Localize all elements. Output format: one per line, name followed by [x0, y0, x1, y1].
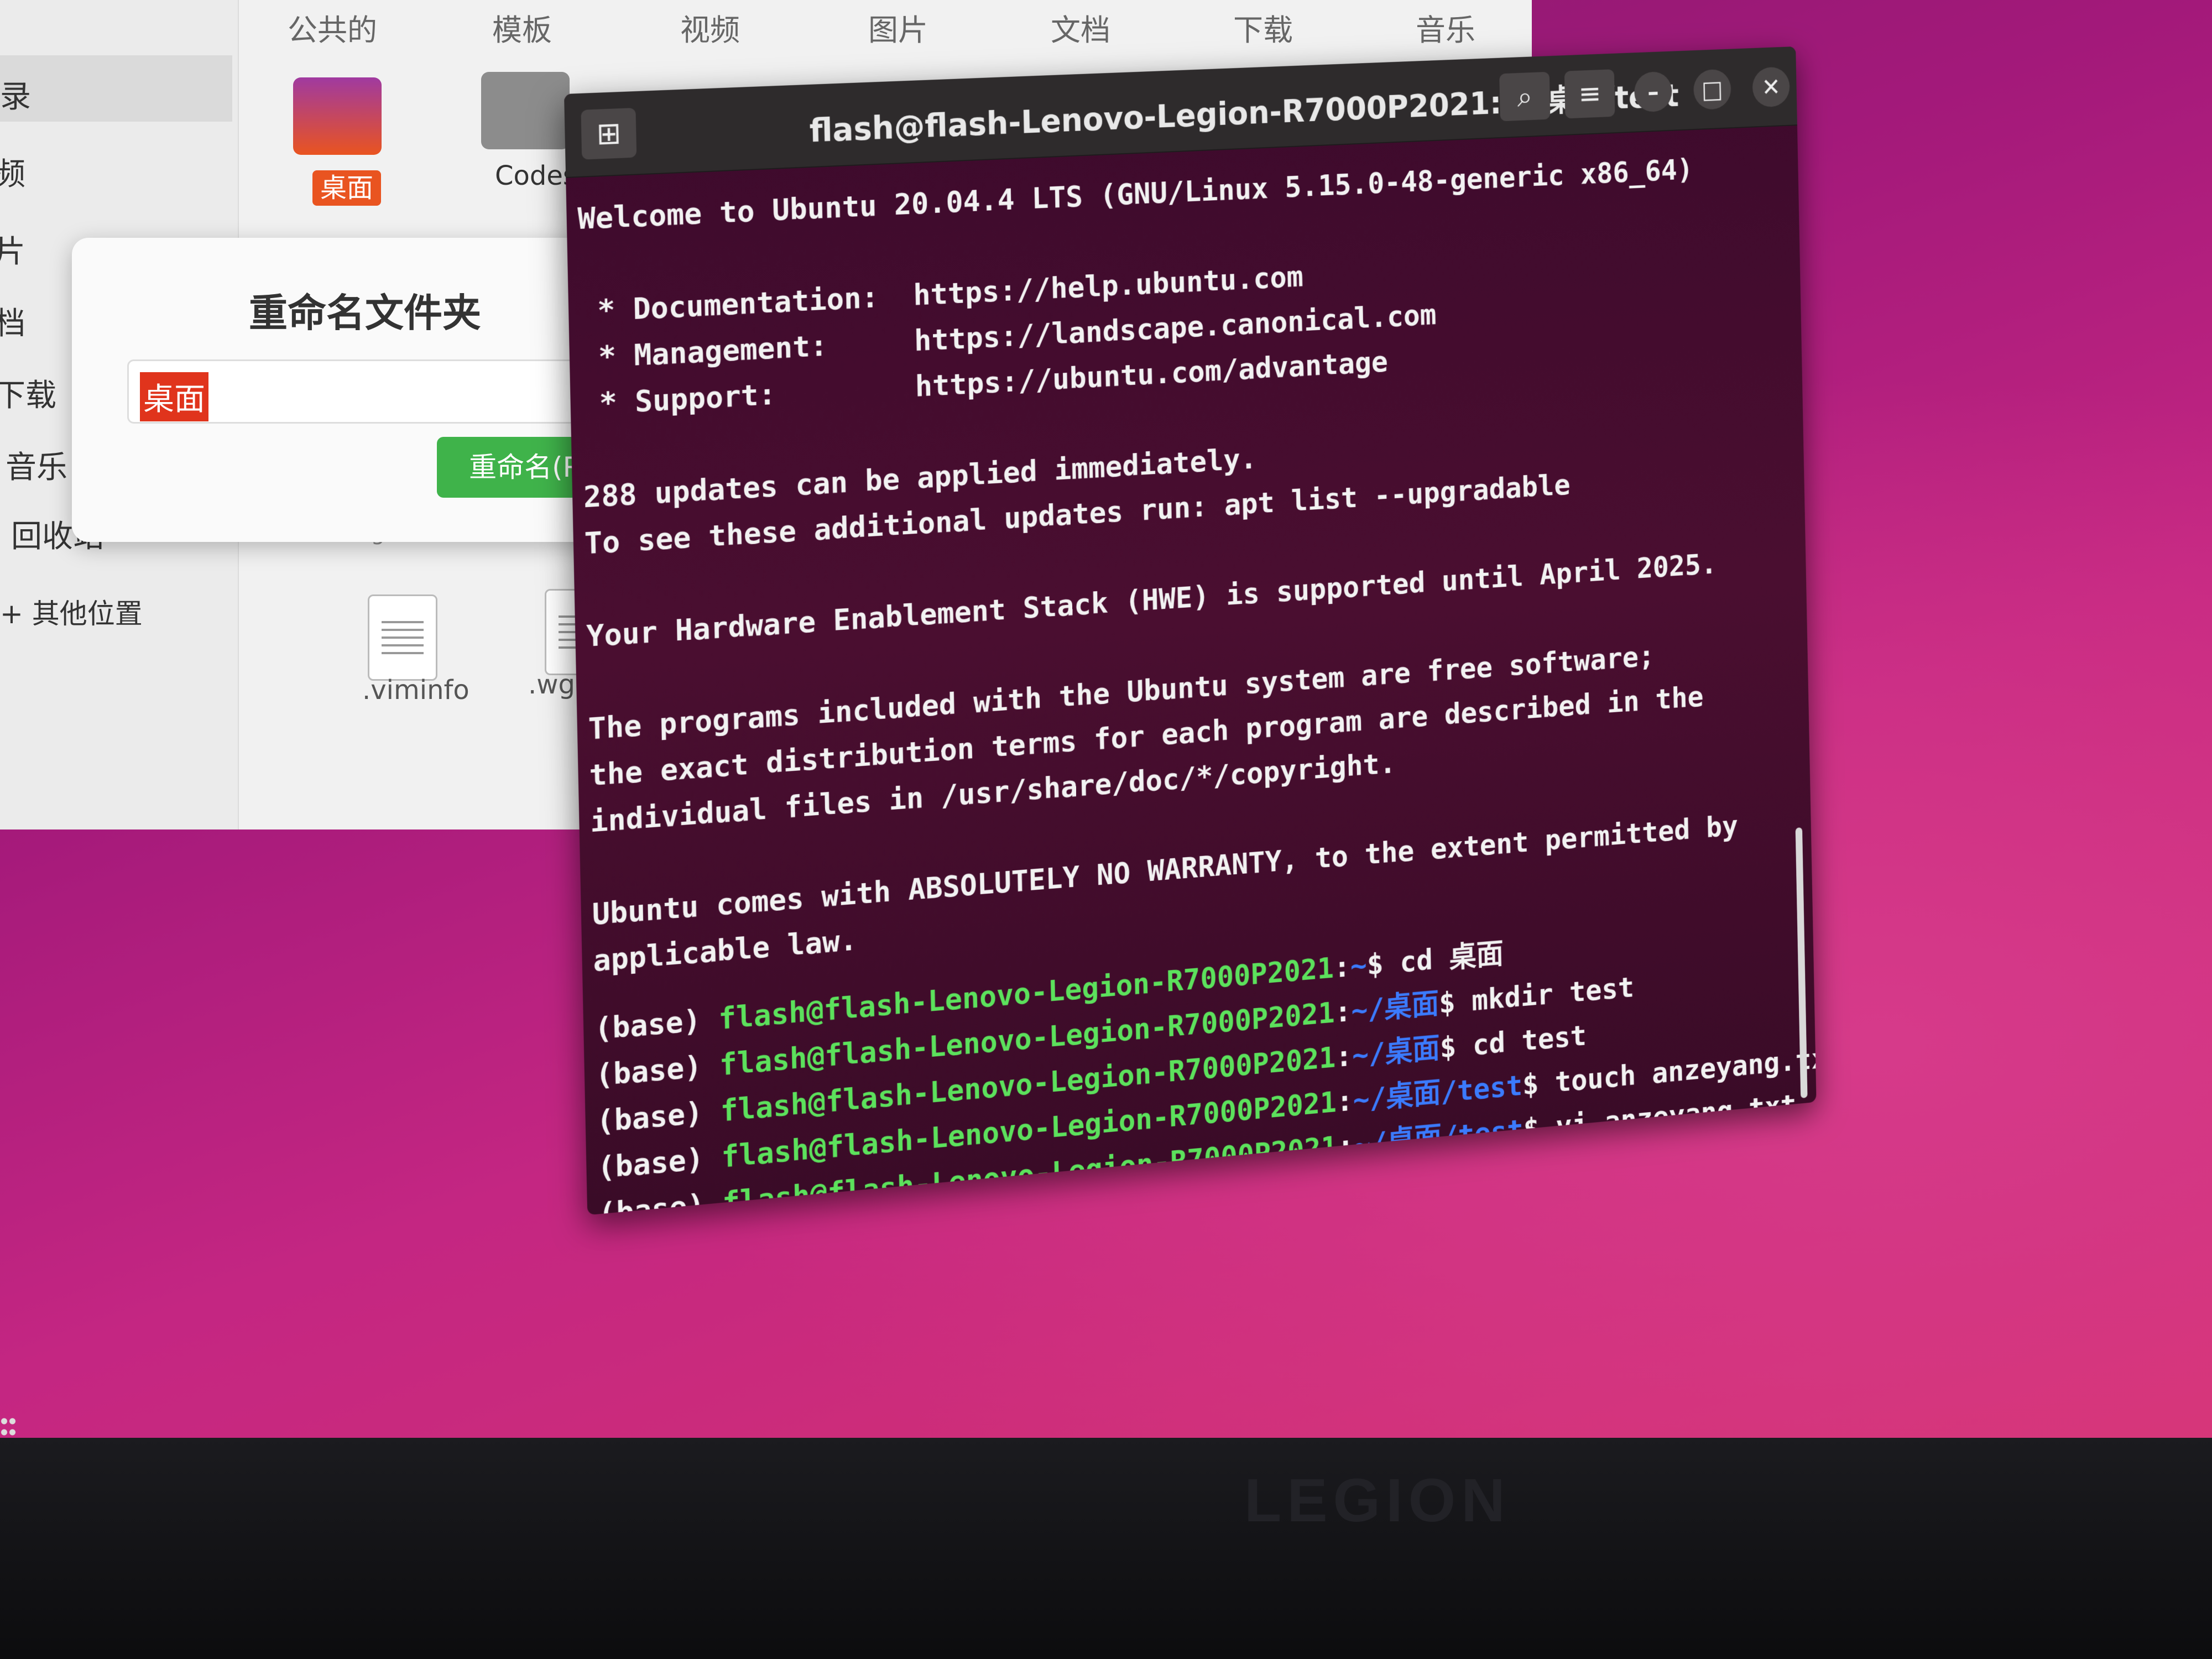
- rename-input-value: 桌面: [140, 372, 208, 421]
- conda-env-label: (base): [596, 1093, 721, 1139]
- close-icon[interactable]: ✕: [1752, 66, 1790, 108]
- sidebar-item-pictures[interactable]: 片: [0, 227, 25, 272]
- codes-folder-label: Codes: [495, 160, 577, 191]
- viminfo-file-icon[interactable]: [368, 594, 437, 681]
- laptop-bezel: [0, 1438, 2212, 1659]
- conda-env-label: (base): [597, 1139, 722, 1186]
- folder-downloads[interactable]: 下载: [1233, 6, 1293, 49]
- new-tab-icon[interactable]: ⊞: [581, 107, 637, 160]
- folder-documents[interactable]: 文档: [1051, 6, 1110, 49]
- folder-videos[interactable]: 视频: [680, 6, 740, 49]
- prompt-command: $ cd 桌面: [1366, 937, 1504, 982]
- prompt-path: ~/桌面: [1352, 1031, 1441, 1073]
- prompt-separator: :: [1336, 1083, 1354, 1119]
- prompt-path: ~/桌面: [1350, 987, 1439, 1028]
- sidebar-item-videos[interactable]: 频: [0, 149, 25, 194]
- terminal-output: Welcome to Ubuntu 20.04.4 LTS (GNU/Linux…: [577, 144, 1817, 1215]
- rename-input[interactable]: 桌面: [127, 359, 628, 424]
- sidebar-item-downloads[interactable]: 下载: [0, 371, 56, 415]
- folder-templates[interactable]: 模板: [492, 6, 552, 49]
- sidebar-item-other-places[interactable]: + 其他位置: [0, 592, 143, 632]
- prompt-separator: :: [1333, 949, 1351, 985]
- terminal-window[interactable]: ⊞ flash@flash-Lenovo-Legion-R7000P2021: …: [564, 46, 1817, 1215]
- desktop-folder-label: 桌面: [312, 166, 382, 206]
- rename-folder-dialog: 重命名文件夹 桌面 重命名(R): [72, 238, 628, 542]
- prompt-path: ~: [1350, 948, 1368, 983]
- desktop-folder-icon[interactable]: [293, 77, 382, 155]
- folder-public[interactable]: 公共的: [288, 6, 377, 49]
- viminfo-file-label: .viminfo: [362, 675, 469, 706]
- prompt-separator: :: [1335, 1039, 1353, 1074]
- folder-pictures[interactable]: 图片: [868, 6, 928, 49]
- rename-dialog-title: 重命名文件夹: [249, 290, 481, 336]
- folder-music[interactable]: 音乐: [1416, 6, 1475, 49]
- sidebar-item-music[interactable]: 音乐: [6, 442, 67, 487]
- prompt-separator: :: [1334, 994, 1352, 1029]
- conda-env-label: (base): [595, 1047, 720, 1093]
- search-icon[interactable]: ⌕: [1499, 71, 1551, 122]
- folder-bar: 公共的 模板 视频 图片 文档 下载 音乐: [238, 0, 1532, 61]
- menu-icon[interactable]: ≡: [1564, 69, 1615, 119]
- prompt-command: $ cd test: [1439, 1018, 1587, 1065]
- conda-env-label: (base): [594, 1001, 719, 1047]
- bezel-logo: LEGION: [1244, 1467, 1511, 1535]
- maximize-icon[interactable]: □: [1693, 69, 1731, 111]
- sidebar-item-recent[interactable]: 录: [0, 55, 232, 122]
- sidebar-item-documents[interactable]: 档: [0, 299, 25, 343]
- codes-folder-icon[interactable]: [481, 72, 570, 149]
